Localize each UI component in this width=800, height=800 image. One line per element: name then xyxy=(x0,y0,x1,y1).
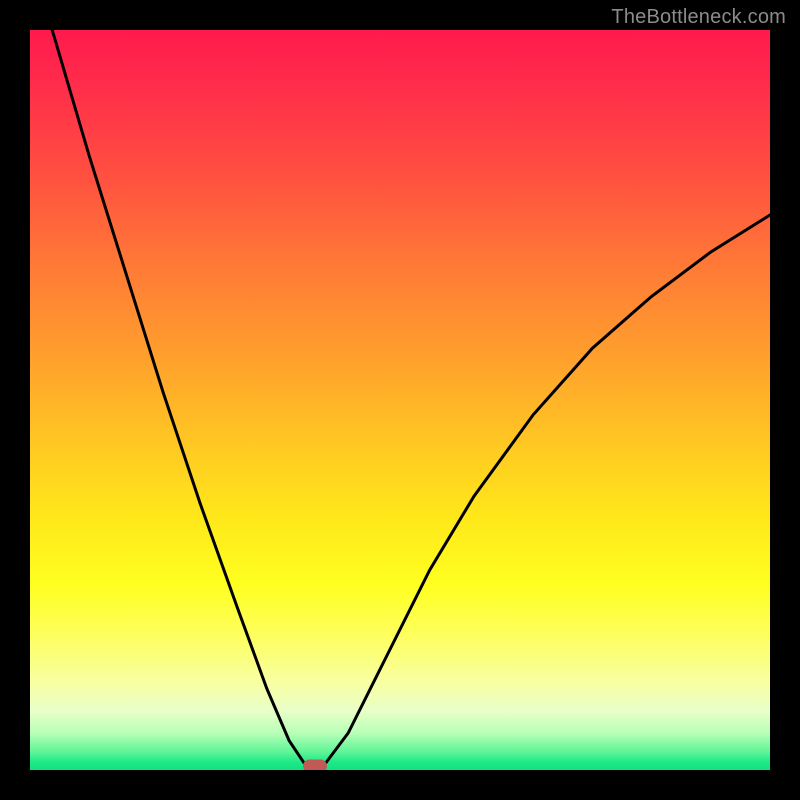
watermark-text: TheBottleneck.com xyxy=(611,6,786,29)
optimal-point-marker xyxy=(303,760,327,770)
bottleneck-curve xyxy=(30,30,770,770)
chart-frame: TheBottleneck.com xyxy=(0,0,800,800)
plot-area xyxy=(30,30,770,770)
